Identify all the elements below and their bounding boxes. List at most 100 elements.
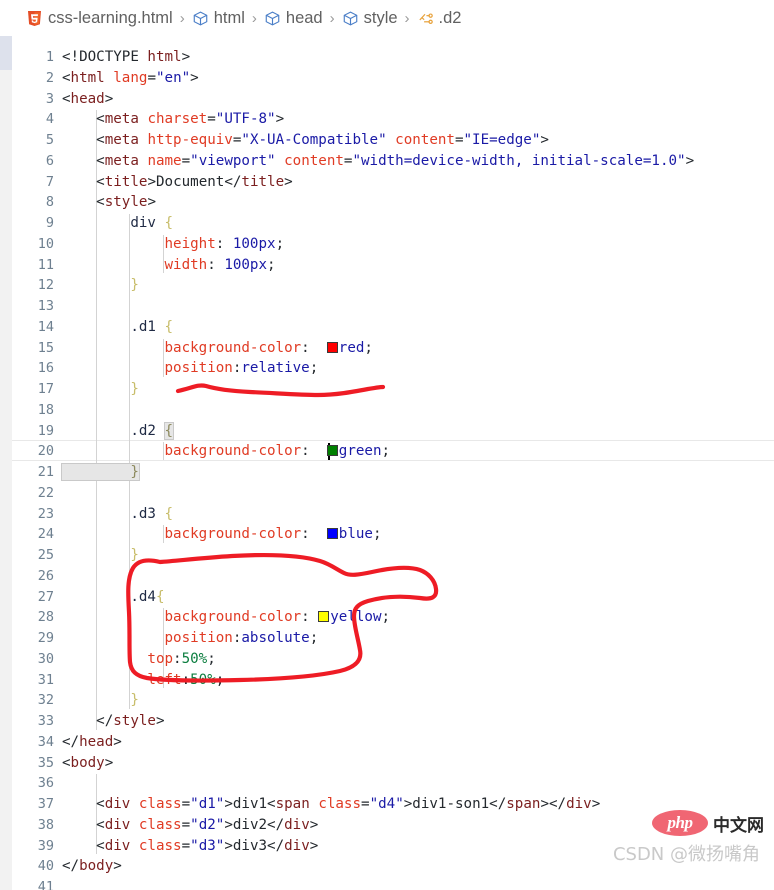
editor-overview-strip[interactable] xyxy=(0,36,12,890)
line-number: 32 xyxy=(37,692,54,709)
code-line[interactable]: position:absolute; xyxy=(62,628,318,649)
code-token: > xyxy=(284,173,293,190)
code-line[interactable]: } xyxy=(61,462,140,483)
code-line[interactable]: <head> xyxy=(62,89,113,110)
code-token: 100px xyxy=(224,256,268,273)
code-line[interactable]: background-color: yellow; xyxy=(62,607,390,628)
code-token: : xyxy=(301,609,319,626)
code-token: background-color xyxy=(62,526,302,543)
code-line[interactable]: <meta name="viewport" content="width=dev… xyxy=(62,151,694,172)
code-token: } xyxy=(62,547,139,563)
code-token: > xyxy=(104,90,114,107)
code-line[interactable]: <meta charset="UTF-8"> xyxy=(62,109,284,130)
code-line[interactable]: <meta http-equiv = "X-UA-Compatible" conte… xyxy=(62,130,549,151)
line-number: 3 xyxy=(45,90,54,107)
code-line[interactable]: .d4{ xyxy=(62,587,164,608)
line-number: 29 xyxy=(37,630,54,646)
breadcrumb-item-head[interactable]: head xyxy=(264,9,323,28)
code-editor[interactable]: 1 2 3 4 5 6 7 8 9 10 11 12 13 14 15 16 17 18 19 20 21 22 23 24 2… xyxy=(12,36,774,890)
code-token: : xyxy=(215,235,233,252)
code-line[interactable]: </body> xyxy=(62,856,122,877)
code-token: ; xyxy=(381,609,391,626)
breadcrumb-item-selector[interactable]: .d2 xyxy=(417,8,462,28)
code-line[interactable]: <div class="d3">div3</div> xyxy=(62,836,318,857)
code-token: "en" xyxy=(155,69,191,86)
code-token: ; xyxy=(364,339,373,356)
code-line[interactable]: .d3 { xyxy=(62,504,173,525)
code-line[interactable]: <div class="d1">div1<span class="d4">div… xyxy=(62,794,600,815)
code-token: 100px xyxy=(232,235,276,252)
line-number: 9 xyxy=(45,215,54,231)
line-number: 36 xyxy=(37,775,54,792)
code-token: position xyxy=(62,630,233,646)
code-line[interactable]: </style> xyxy=(62,711,164,732)
code-line[interactable]: position:relative; xyxy=(62,358,318,379)
code-line[interactable]: <div class="d2">div2</div> xyxy=(62,815,318,836)
line-number: 35 xyxy=(37,754,54,771)
breadcrumb-item-file[interactable]: css-learning.html xyxy=(26,9,173,28)
code-token: meta xyxy=(104,132,139,148)
code-line[interactable]: </head> xyxy=(62,732,122,753)
line-number: 39 xyxy=(37,837,54,854)
code-line[interactable]: div { xyxy=(62,213,173,234)
code-line[interactable]: <!DOCTYPE html> xyxy=(62,47,190,68)
code-line[interactable]: background-color: blue; xyxy=(62,524,381,545)
line-number: 24 xyxy=(37,526,54,543)
code-token: } xyxy=(62,277,139,294)
code-token: : xyxy=(301,443,327,460)
code-line[interactable]: .d2 { xyxy=(62,421,174,442)
symbol-cube-icon xyxy=(264,10,281,27)
code-line[interactable]: height: 100px; xyxy=(62,234,284,255)
code-token: absolute xyxy=(241,630,310,646)
code-token: > xyxy=(224,816,233,833)
code-token: div xyxy=(566,796,592,812)
breadcrumb-label-selector: .d2 xyxy=(438,8,462,27)
code-line[interactable]: } xyxy=(62,275,139,296)
line-number: 16 xyxy=(37,360,54,377)
code-token: ; xyxy=(309,360,319,377)
code-token: Document xyxy=(155,173,225,190)
line-number-gutter[interactable]: 1 2 3 4 5 6 7 8 9 10 11 12 13 14 15 16 17 18 19 20 21 22 23 24 2… xyxy=(12,36,62,890)
code-token: head xyxy=(70,90,105,107)
code-token: = xyxy=(454,132,464,148)
code-line[interactable]: } xyxy=(62,690,139,711)
code-token: < xyxy=(62,837,105,854)
code-line[interactable]: background-color: green; xyxy=(62,441,390,462)
code-token: div1 xyxy=(232,796,268,812)
code-token: > xyxy=(685,152,695,169)
code-token: < xyxy=(62,90,71,107)
code-token: red xyxy=(338,339,365,356)
code-line[interactable]: <style> xyxy=(62,192,156,213)
color-swatch-icon[interactable] xyxy=(326,341,338,353)
code-line[interactable]: } xyxy=(62,379,139,400)
code-token: > xyxy=(309,837,319,854)
breadcrumb-separator: › xyxy=(404,9,410,27)
code-token: background-color xyxy=(62,609,302,626)
code-line[interactable]: <body> xyxy=(62,753,113,774)
code-line[interactable]: width: 100px; xyxy=(62,255,275,276)
line-number: 20 xyxy=(37,443,54,460)
code-token: ; xyxy=(275,235,285,252)
code-token: > xyxy=(309,816,319,833)
overview-viewport-marker[interactable] xyxy=(0,36,12,70)
code-line[interactable]: <html lang="en"> xyxy=(62,68,199,89)
breadcrumb-item-style[interactable]: style xyxy=(342,9,398,28)
code-line[interactable]: top:50%; xyxy=(62,649,215,670)
code-token: content xyxy=(284,152,344,169)
html5-file-icon xyxy=(26,10,43,27)
code-line[interactable]: <title>Document</title> xyxy=(62,172,293,193)
code-line[interactable]: .d1 { xyxy=(62,317,173,338)
color-swatch-icon[interactable] xyxy=(326,445,338,457)
breadcrumb-item-html[interactable]: html xyxy=(192,9,245,28)
code-token: div xyxy=(104,837,131,854)
code-token: position xyxy=(62,360,233,377)
code-content[interactable]: <!DOCTYPE html> <html lang="en"> <head> <m… xyxy=(61,36,774,890)
code-line[interactable]: left:50%; xyxy=(62,670,224,691)
code-line[interactable]: } xyxy=(62,545,139,566)
code-line[interactable]: background-color: red; xyxy=(62,338,373,359)
line-number: 31 xyxy=(37,671,54,688)
color-swatch-icon[interactable] xyxy=(318,611,330,623)
color-swatch-icon[interactable] xyxy=(326,528,338,540)
line-number: 5 xyxy=(45,132,54,148)
